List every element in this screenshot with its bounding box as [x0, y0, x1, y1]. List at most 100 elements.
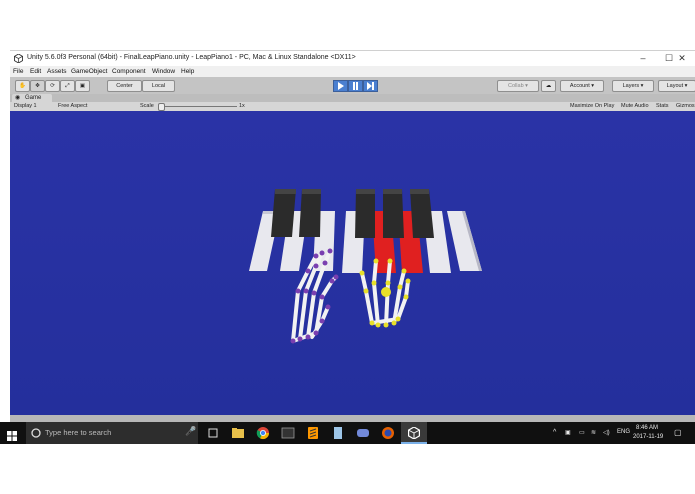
display-dropdown[interactable]: Display 1: [14, 103, 37, 109]
mute-audio-toggle[interactable]: Mute Audio: [621, 103, 649, 109]
pause-icon: [353, 82, 358, 90]
task-view-button[interactable]: [206, 426, 220, 440]
space-label: Local: [151, 83, 166, 89]
tray-app-icon[interactable]: ▣: [565, 429, 571, 436]
piano-scene: [10, 111, 695, 415]
scale-slider-handle[interactable]: [158, 103, 165, 111]
document-icon: [334, 427, 342, 439]
taskbar: Type here to search 🎤 ^ ▣ ▭ ≋ ◁) ENG 8:4…: [0, 422, 695, 444]
layers-dropdown[interactable]: Layers ▾: [612, 80, 654, 92]
battery-icon[interactable]: ▭: [579, 429, 585, 436]
app-button[interactable]: [331, 426, 345, 440]
scale-label: Scale: [140, 103, 154, 109]
file-explorer-button[interactable]: [231, 426, 245, 440]
search-circle-icon: [31, 428, 41, 438]
menu-help[interactable]: Help: [181, 68, 194, 75]
chrome-button[interactable]: [256, 426, 270, 440]
unity-taskbar-button[interactable]: [401, 422, 427, 444]
game-viewport[interactable]: [10, 111, 695, 415]
windows-logo-icon: [7, 431, 17, 441]
unity-icon: [408, 427, 420, 439]
network-icon[interactable]: ≋: [591, 429, 596, 436]
black-key-top: [356, 189, 375, 194]
rotate-tool-button[interactable]: ⟳: [45, 80, 60, 92]
firefox-button[interactable]: [381, 426, 395, 440]
language-indicator[interactable]: ENG: [617, 429, 630, 435]
game-tab-icon: ◉: [15, 95, 21, 101]
menu-assets[interactable]: Assets: [47, 68, 67, 75]
gizmos-dropdown[interactable]: Gizmos: [676, 103, 695, 109]
rotate-icon: ⟳: [50, 83, 55, 89]
black-key-top: [410, 189, 429, 194]
tab-game[interactable]: ◉ Game: [12, 94, 52, 102]
terminal-icon: [281, 427, 295, 439]
search-box[interactable]: Type here to search 🎤: [26, 422, 198, 444]
sublime-button[interactable]: [306, 426, 320, 440]
maximize-on-play-toggle[interactable]: Maximize On Play: [570, 103, 614, 109]
search-placeholder: Type here to search: [45, 428, 112, 437]
toolbar: ✋ ✥ ⟳ ⤢ ▣ Center Local Collab ▾ ☁ Accoun…: [10, 77, 695, 95]
start-button[interactable]: [7, 428, 17, 441]
menu-edit[interactable]: Edit: [30, 68, 41, 75]
window-title: Unity 5.6.0f3 Personal (64bit) - FinalLe…: [27, 54, 356, 61]
menu-gameobject[interactable]: GameObject: [71, 68, 108, 75]
layout-dropdown[interactable]: Layout ▾: [658, 80, 695, 92]
step-button[interactable]: [363, 80, 378, 92]
unity-logo-icon: [14, 54, 23, 63]
game-tab-strip: ◉ Game: [10, 94, 695, 102]
cloud-button[interactable]: ☁: [541, 80, 556, 92]
menu-component[interactable]: Component: [112, 68, 146, 75]
collab-label: Collab ▾: [508, 83, 528, 89]
chrome-icon: [256, 427, 269, 440]
pivot-center-button[interactable]: Center: [107, 80, 142, 92]
pivot-label: Center: [116, 83, 133, 89]
tray-overflow-icon[interactable]: ^: [553, 429, 556, 436]
minimize-button[interactable]: –: [630, 53, 656, 63]
window-bottom-strip: [10, 415, 695, 422]
cloud-icon: ☁: [545, 83, 552, 89]
black-key-top: [302, 189, 321, 194]
clock-date[interactable]: 2017-11-19: [633, 434, 663, 440]
black-key: [383, 189, 404, 238]
hand-tool-button[interactable]: ✋: [15, 80, 30, 92]
move-tool-button[interactable]: ✥: [30, 80, 45, 92]
black-key-top: [383, 189, 402, 194]
aspect-dropdown[interactable]: Free Aspect: [58, 103, 87, 109]
clock-time[interactable]: 8:46 AM: [636, 425, 658, 431]
scale-value: 1x: [239, 103, 245, 109]
move-icon: ✥: [35, 83, 40, 89]
desktop: { "window": { "title": "Unity 5.6.0f3 Pe…: [0, 0, 695, 494]
pivot-local-button[interactable]: Local: [142, 80, 175, 92]
play-button[interactable]: [333, 80, 348, 92]
black-key: [271, 189, 296, 237]
firefox-icon: [382, 427, 394, 439]
step-icon: [367, 82, 374, 90]
layers-label: Layers ▾: [622, 83, 644, 89]
microphone-icon[interactable]: 🎤: [185, 426, 196, 437]
black-key: [299, 189, 321, 237]
scale-tool-button[interactable]: ⤢: [60, 80, 75, 92]
pause-button[interactable]: [348, 80, 363, 92]
menu-bar: File Edit Assets GameObject Component Wi…: [10, 66, 695, 77]
account-label: Account ▾: [569, 83, 595, 89]
menu-file[interactable]: File: [13, 68, 23, 75]
hand-icon: ✋: [19, 83, 26, 89]
discord-button[interactable]: [356, 426, 370, 440]
volume-icon[interactable]: ◁): [603, 429, 610, 436]
sublime-icon: [308, 427, 318, 439]
black-key-top: [275, 189, 296, 194]
rect-tool-button[interactable]: ▣: [75, 80, 90, 92]
scale-slider[interactable]: [159, 106, 237, 107]
layout-label: Layout ▾: [666, 83, 688, 89]
terminal-button[interactable]: [281, 426, 295, 440]
close-button[interactable]: ✕: [669, 53, 695, 64]
stats-toggle[interactable]: Stats: [656, 103, 669, 109]
folder-icon: [232, 428, 244, 438]
collab-button[interactable]: Collab ▾: [497, 80, 539, 92]
menu-window[interactable]: Window: [152, 68, 175, 75]
notifications-icon[interactable]: ▢: [674, 428, 682, 437]
account-dropdown[interactable]: Account ▾: [560, 80, 604, 92]
task-view-icon: [208, 428, 218, 438]
title-bar: Unity 5.6.0f3 Personal (64bit) - FinalLe…: [10, 50, 695, 67]
unity-window: Unity 5.6.0f3 Personal (64bit) - FinalLe…: [10, 50, 695, 422]
